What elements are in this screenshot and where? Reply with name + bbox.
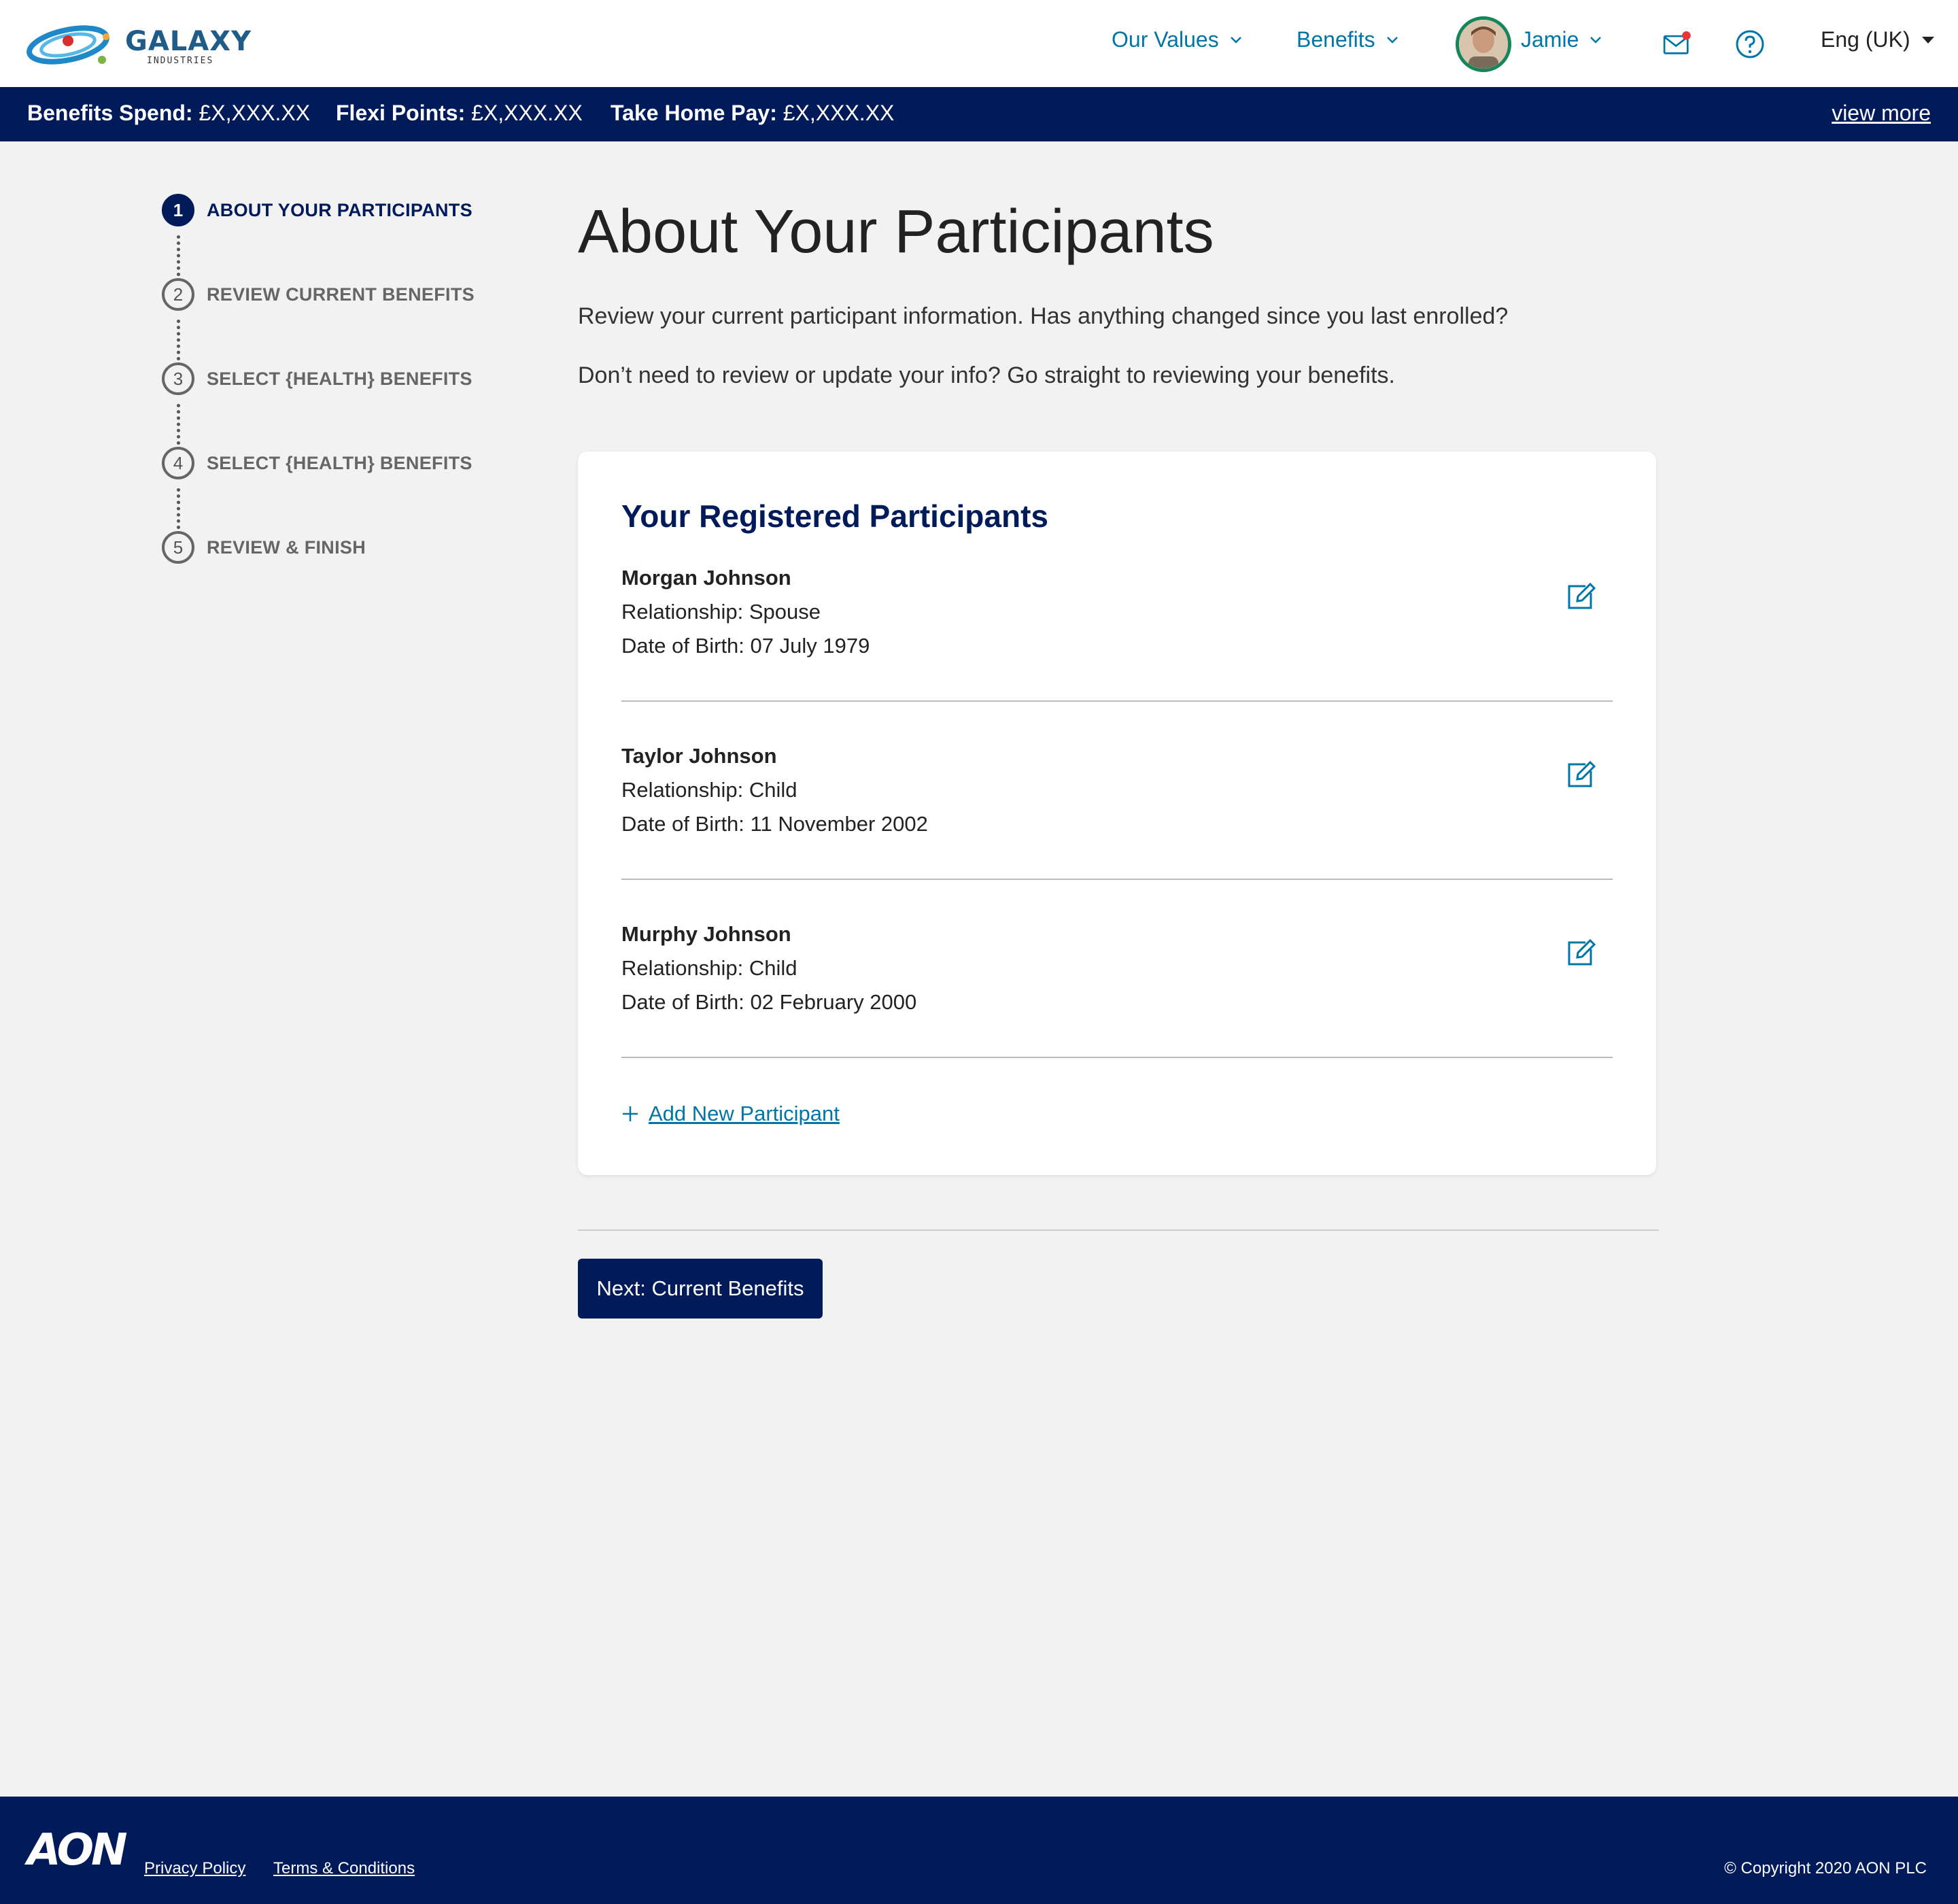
participant-relationship: Relationship: Child: [621, 778, 797, 802]
footer: AON Privacy Policy Terms & Conditions © …: [0, 1797, 1958, 1904]
notification-dot: [1682, 31, 1691, 40]
step-select-health-benefits[interactable]: 3 SELECT {HEALTH} BENEFITS: [162, 362, 473, 395]
language-label: Eng (UK): [1821, 27, 1910, 52]
edit-icon[interactable]: [1565, 759, 1596, 790]
intro-text: Review your current participant informat…: [578, 303, 1509, 329]
intro-text-secondary: Don’t need to review or update your info…: [578, 362, 1396, 388]
participant-relationship: Relationship: Child: [621, 956, 797, 980]
flexi-points-label: Flexi Points:: [336, 101, 466, 125]
step-number: 5: [162, 531, 194, 564]
step-label: SELECT {HEALTH} BENEFITS: [207, 368, 473, 389]
brand-name: GALAXY: [125, 26, 252, 57]
flexi-points-value: £X,XXX.XX: [471, 101, 583, 125]
nav-benefits[interactable]: Benefits: [1296, 27, 1400, 52]
add-participant-link[interactable]: Add New Participant: [621, 1102, 840, 1126]
terms-conditions-link[interactable]: Terms & Conditions: [273, 1859, 415, 1878]
step-number: 4: [162, 447, 194, 479]
edit-icon[interactable]: [1565, 937, 1596, 968]
user-menu[interactable]: Jamie: [1521, 27, 1603, 52]
copyright: © Copyright 2020 AON PLC: [1724, 1859, 1927, 1878]
help-icon[interactable]: [1735, 29, 1765, 59]
participant-dob: Date of Birth: 02 February 2000: [621, 990, 917, 1014]
benefits-spend: Benefits Spend: £X,XXX.XX: [27, 101, 310, 126]
step-number: 2: [162, 278, 194, 311]
mail-icon[interactable]: [1662, 31, 1693, 56]
step-connector: [177, 404, 180, 445]
step-label: ABOUT YOUR PARTICIPANTS: [207, 199, 473, 220]
top-navigation-bar: GALAXY INDUSTRIES Our Values Benefits Ja…: [0, 0, 1958, 87]
participant-name: Murphy Johnson: [621, 922, 791, 946]
participant-item: Murphy Johnson Relationship: Child Date …: [621, 922, 1613, 1015]
nav-our-values[interactable]: Our Values: [1112, 27, 1243, 52]
privacy-policy-link[interactable]: Privacy Policy: [144, 1859, 245, 1878]
divider: [578, 1229, 1659, 1231]
aon-logo: AON: [27, 1825, 128, 1875]
galaxy-logo[interactable]: GALAXY INDUSTRIES: [26, 16, 251, 71]
step-label: REVIEW CURRENT BENEFITS: [207, 284, 475, 305]
take-home-pay-label: Take Home Pay:: [611, 101, 777, 125]
user-name: Jamie: [1521, 27, 1579, 52]
nav-benefits-label: Benefits: [1296, 27, 1375, 52]
step-label: SELECT {HEALTH} BENEFITS: [207, 452, 473, 473]
take-home-pay-value: £X,XXX.XX: [783, 101, 895, 125]
step-select-health-benefits-2[interactable]: 4 SELECT {HEALTH} BENEFITS: [162, 447, 473, 479]
participant-name: Taylor Johnson: [621, 744, 777, 768]
add-participant-label: Add New Participant: [649, 1102, 840, 1125]
edit-icon[interactable]: [1565, 581, 1596, 612]
plus-icon: [623, 1106, 638, 1121]
caret-down-icon: [1921, 36, 1934, 44]
galaxy-logo-icon: [27, 25, 109, 65]
step-review-current-benefits[interactable]: 2 REVIEW CURRENT BENEFITS: [162, 278, 475, 311]
participant-dob: Date of Birth: 11 November 2002: [621, 812, 928, 836]
participant-relationship: Relationship: Spouse: [621, 600, 821, 624]
copyright-text: Copyright 2020 AON PLC: [1740, 1859, 1927, 1877]
take-home-pay: Take Home Pay: £X,XXX.XX: [611, 101, 894, 126]
step-number: 1: [162, 194, 194, 226]
step-number: 3: [162, 362, 194, 395]
benefits-summary-bar: Benefits Spend: £X,XXX.XX Flexi Points: …: [0, 87, 1958, 141]
participant-name: Morgan Johnson: [621, 566, 791, 590]
benefits-spend-value: £X,XXX.XX: [199, 101, 311, 125]
participant-item: Taylor Johnson Relationship: Child Date …: [621, 744, 1613, 836]
avatar[interactable]: [1456, 16, 1511, 72]
view-more-link[interactable]: view more: [1832, 101, 1931, 126]
step-connector: [177, 235, 180, 276]
card-title: Your Registered Participants: [621, 498, 1048, 534]
flexi-points: Flexi Points: £X,XXX.XX: [336, 101, 583, 126]
language-selector[interactable]: Eng (UK): [1821, 27, 1935, 52]
step-connector: [177, 320, 180, 360]
nav-our-values-label: Our Values: [1112, 27, 1219, 52]
benefits-spend-label: Benefits Spend:: [27, 101, 193, 125]
chevron-down-icon: [1590, 36, 1602, 44]
step-label: REVIEW & FINISH: [207, 537, 366, 558]
copyright-icon: ©: [1724, 1859, 1736, 1877]
step-about-participants[interactable]: 1 ABOUT YOUR PARTICIPANTS: [162, 194, 473, 226]
page-title: About Your Participants: [578, 198, 1214, 266]
divider: [621, 700, 1613, 702]
participant-item: Morgan Johnson Relationship: Spouse Date…: [621, 566, 1613, 658]
participant-dob: Date of Birth: 07 July 1979: [621, 634, 870, 658]
chevron-down-icon: [1386, 36, 1398, 44]
divider: [621, 1057, 1613, 1058]
step-connector: [177, 488, 180, 529]
registered-participants-card: Your Registered Participants Morgan John…: [578, 452, 1656, 1175]
next-current-benefits-button[interactable]: Next: Current Benefits: [578, 1259, 823, 1319]
brand-subtitle: INDUSTRIES: [147, 56, 214, 66]
chevron-down-icon: [1230, 36, 1241, 44]
divider: [621, 879, 1613, 880]
user-photo: [1459, 20, 1508, 69]
step-review-finish[interactable]: 5 REVIEW & FINISH: [162, 531, 366, 564]
